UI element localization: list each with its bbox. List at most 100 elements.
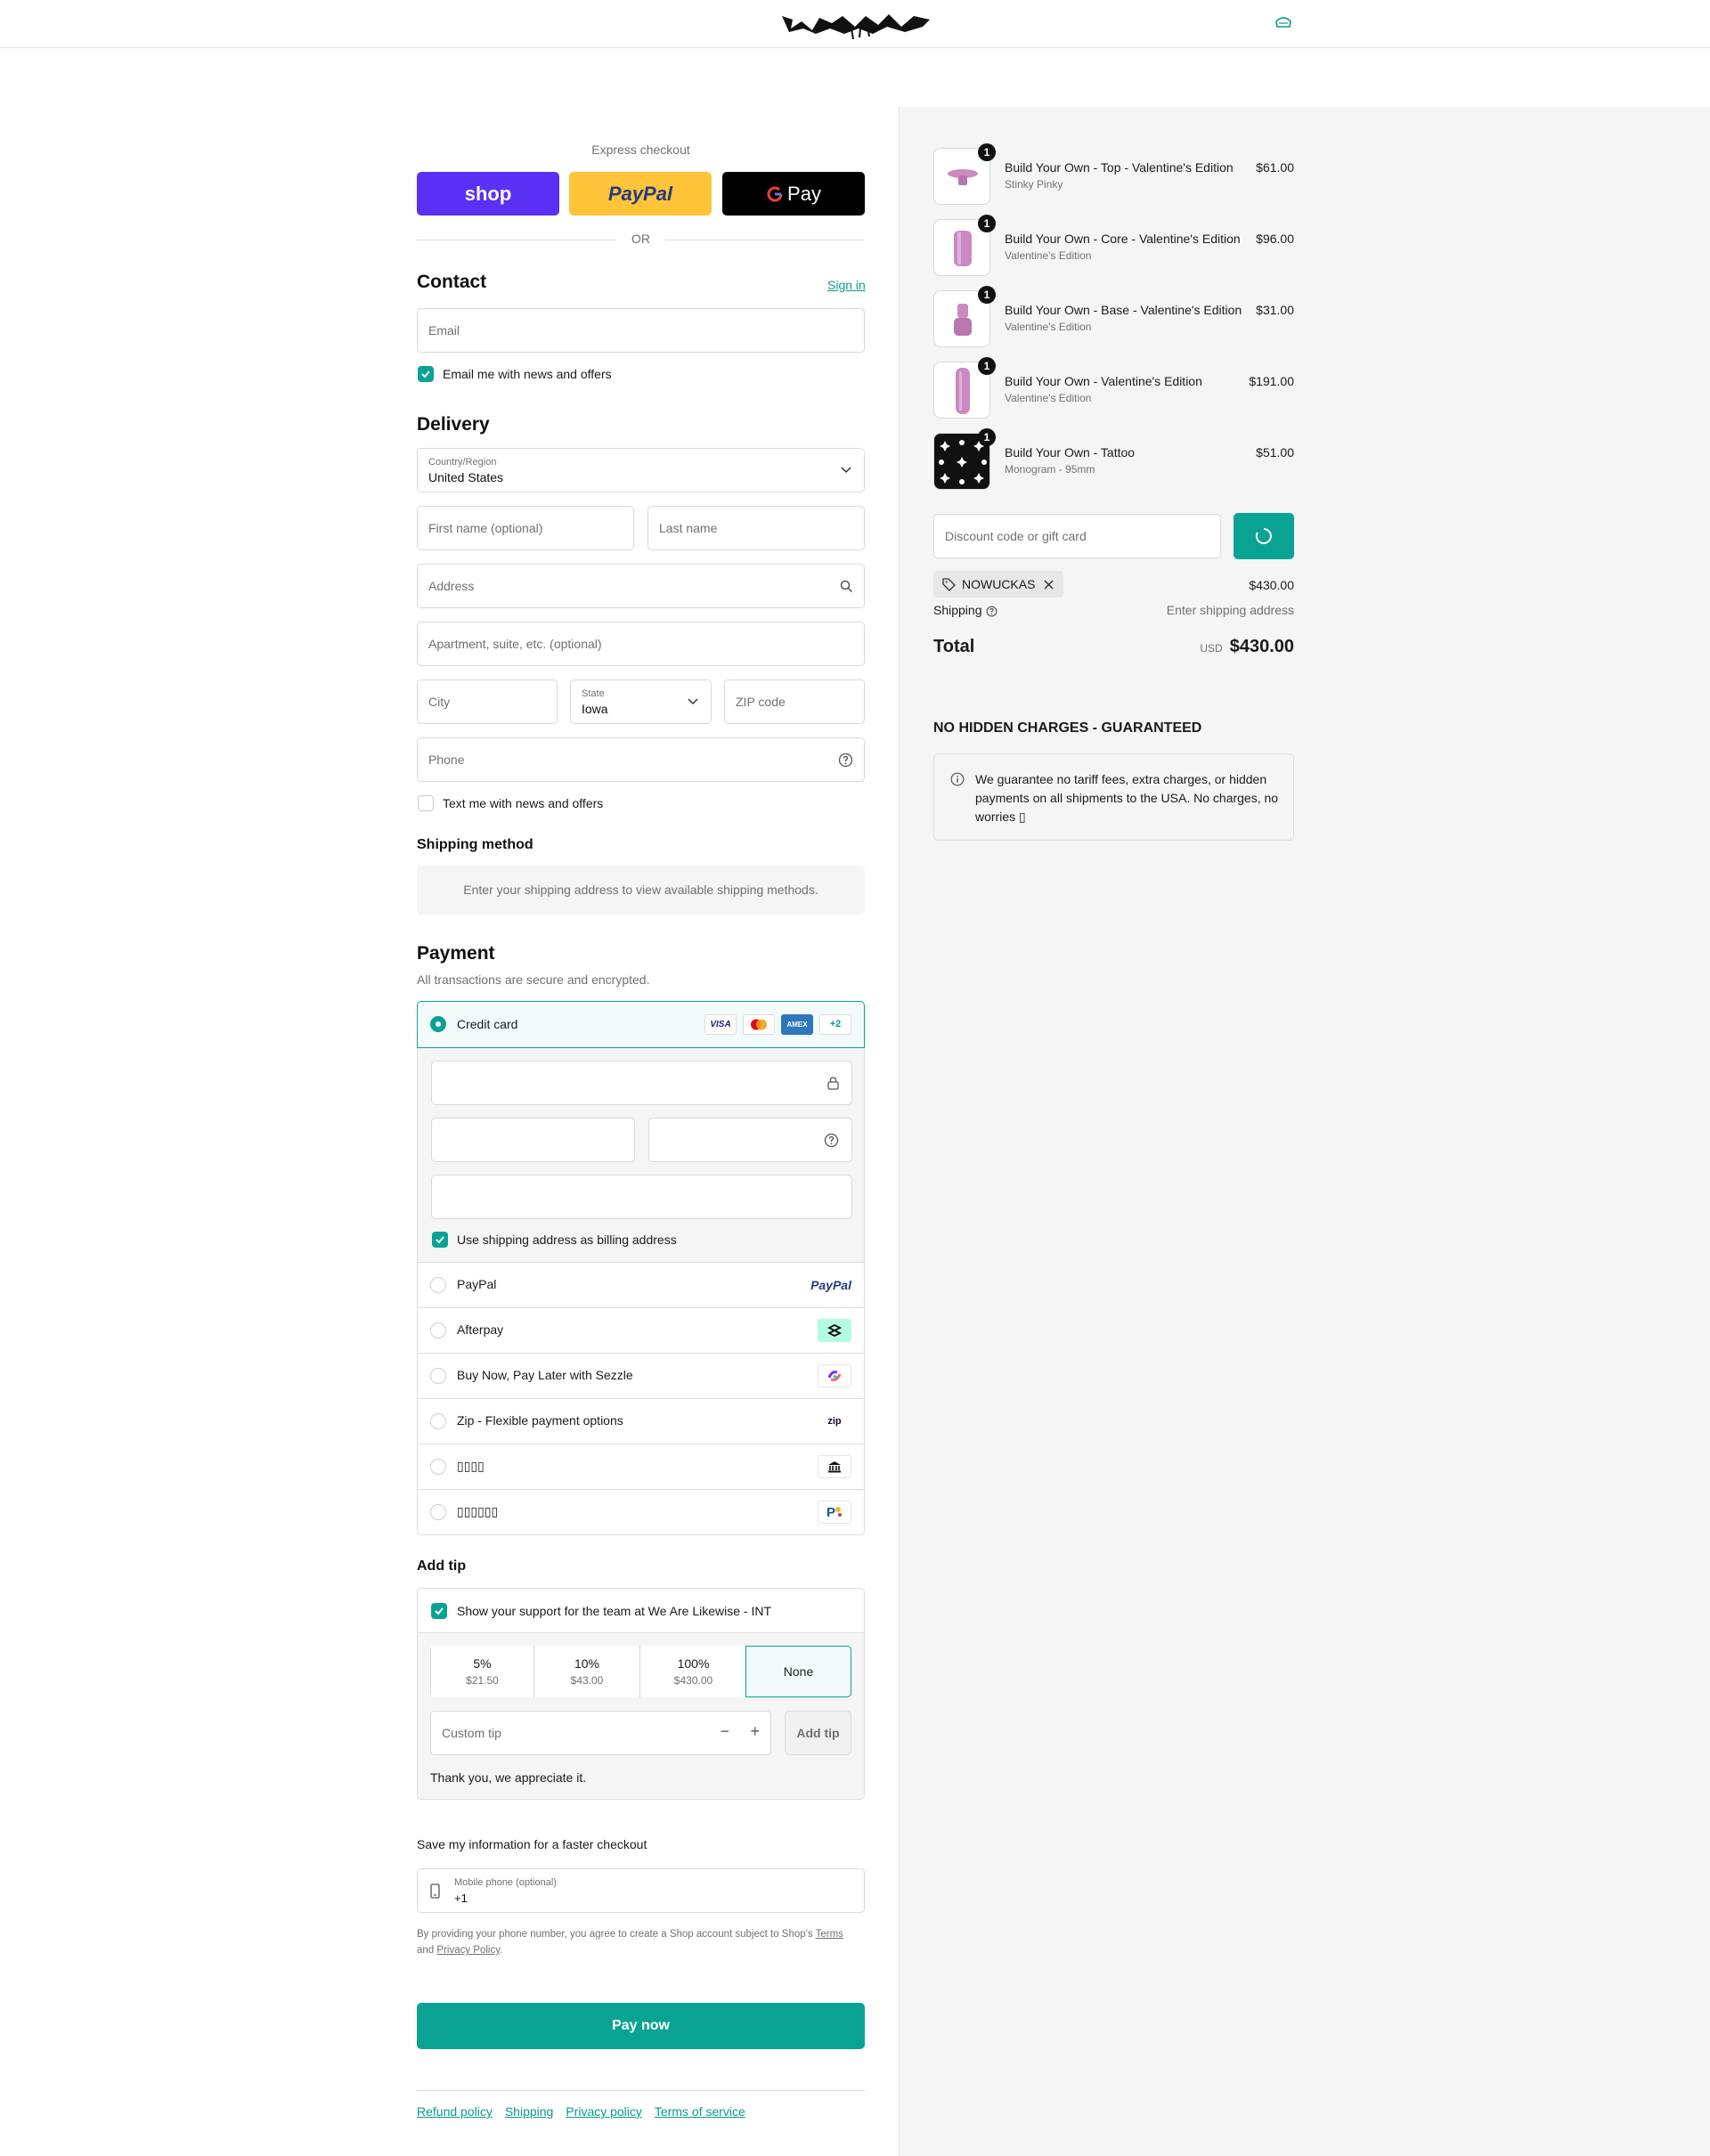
svg-text:P: P: [826, 1505, 835, 1520]
item-qty-badge: 1: [978, 286, 996, 304]
tip-amount: $21.50: [466, 1674, 499, 1687]
card-number-field[interactable]: [431, 1061, 852, 1105]
footer-divider: [417, 2090, 865, 2091]
google-pay-button[interactable]: Pay: [722, 172, 865, 216]
apartment-field[interactable]: Apartment, suite, etc. (optional): [417, 622, 865, 666]
security-code-field[interactable]: [648, 1118, 852, 1162]
credit-card-radio[interactable]: [430, 1016, 446, 1032]
paypal-button[interactable]: PayPal: [569, 172, 712, 216]
paypal-radio[interactable]: [430, 1277, 446, 1293]
apply-discount-button[interactable]: [1234, 513, 1294, 559]
privacy-policy-link[interactable]: Privacy Policy: [436, 1945, 500, 1956]
total-value: $430.00: [1229, 637, 1294, 656]
discount-code-field[interactable]: Discount code or gift card: [933, 514, 1221, 558]
item-price: $96.00: [1256, 232, 1294, 246]
help-circle-icon[interactable]: [824, 1133, 839, 1148]
payment-option-bank[interactable]: ▯▯▯▯: [417, 1444, 865, 1490]
phone-placeholder: Phone: [428, 753, 465, 767]
tip-amount: $430.00: [673, 1674, 713, 1687]
tip-option-none[interactable]: None: [745, 1646, 851, 1697]
payeasy-radio[interactable]: [430, 1504, 446, 1520]
add-tip-button[interactable]: Add tip: [785, 1711, 851, 1755]
mobile-phone-field[interactable]: Mobile phone (optional) +1: [417, 1868, 865, 1913]
custom-tip-field[interactable]: Custom tip − +: [430, 1711, 771, 1755]
paypal-logo: PayPal: [810, 1278, 851, 1292]
refund-policy-link[interactable]: Refund policy: [417, 2104, 493, 2119]
zip-radio[interactable]: [430, 1413, 446, 1429]
help-circle-icon[interactable]: [986, 606, 998, 617]
address-field[interactable]: Address: [417, 564, 865, 608]
shipping-value: Enter shipping address: [1166, 603, 1294, 617]
privacy-policy-footer-link[interactable]: Privacy policy: [566, 2104, 642, 2119]
item-variant: Valentine's Edition: [1005, 249, 1092, 262]
delivery-heading: Delivery: [417, 414, 490, 435]
billing-same-checkbox[interactable]: [432, 1232, 448, 1248]
zip-option-label: Zip - Flexible payment options: [457, 1413, 623, 1428]
chevron-down-icon: [688, 698, 698, 705]
item-variant: Monogram - 95mm: [1005, 463, 1095, 476]
tip-option-5[interactable]: 5% $21.50: [431, 1646, 534, 1697]
afterpay-radio[interactable]: [430, 1322, 446, 1338]
item-qty-badge: 1: [978, 428, 996, 446]
terms-of-service-link[interactable]: Terms of service: [655, 2104, 745, 2119]
guarantee-heading: NO HIDDEN CHARGES - GUARANTEED: [933, 720, 1202, 736]
payment-option-zip[interactable]: Zip - Flexible payment options zip: [417, 1399, 865, 1444]
item-qty-badge: 1: [978, 357, 996, 375]
currency-code: USD: [1200, 642, 1223, 655]
first-name-field[interactable]: First name (optional): [417, 506, 634, 550]
close-icon[interactable]: [1044, 580, 1054, 590]
afterpay-option-label: Afterpay: [457, 1322, 504, 1337]
payment-option-payeasy[interactable]: ▯▯▯▯▯▯ P: [417, 1490, 865, 1535]
discount-code: NOWUCKAS: [962, 577, 1036, 591]
payment-option-sezzle[interactable]: Buy Now, Pay Later with Sezzle: [417, 1354, 865, 1399]
zip-field[interactable]: ZIP code: [724, 679, 865, 724]
item-price: $31.00: [1256, 303, 1294, 317]
name-on-card-field[interactable]: [431, 1175, 852, 1219]
bank-option-label: ▯▯▯▯: [457, 1459, 484, 1473]
cart-icon[interactable]: [1274, 14, 1293, 30]
tip-option-100[interactable]: 100% $430.00: [640, 1646, 746, 1697]
sezzle-option-label: Buy Now, Pay Later with Sezzle: [457, 1368, 633, 1382]
terms-link[interactable]: Terms: [816, 1929, 843, 1940]
item-price: $51.00: [1256, 445, 1294, 460]
shipping-policy-link[interactable]: Shipping: [505, 2104, 554, 2119]
google-g-icon: [767, 186, 783, 201]
phone-field[interactable]: Phone: [417, 737, 865, 782]
legal-text-3: .: [500, 1945, 503, 1956]
tip-option-10[interactable]: 10% $43.00: [534, 1646, 640, 1697]
bank-radio[interactable]: [430, 1459, 446, 1475]
credit-card-option[interactable]: Credit card VISA AMEX +2: [417, 1001, 865, 1048]
tip-decrement-button[interactable]: −: [720, 1722, 729, 1741]
shipping-method-heading: Shipping method: [417, 837, 533, 852]
pay-now-button[interactable]: Pay now: [417, 2003, 865, 2049]
text-news-checkbox[interactable]: [418, 795, 434, 811]
state-select[interactable]: State Iowa: [570, 679, 712, 724]
tip-increment-button[interactable]: +: [750, 1722, 760, 1741]
country-select[interactable]: Country/Region United States: [417, 448, 865, 492]
city-field[interactable]: City: [417, 679, 558, 724]
legal-text-2: and: [417, 1945, 437, 1956]
pay-easy-logo: P: [818, 1501, 851, 1524]
custom-tip-placeholder: Custom tip: [442, 1726, 501, 1740]
paypal-option-label: PayPal: [457, 1277, 497, 1291]
sezzle-radio[interactable]: [430, 1368, 446, 1384]
shop-pay-button[interactable]: shop: [417, 172, 559, 216]
subtotal-value: $430.00: [1249, 578, 1294, 592]
sign-in-link[interactable]: Sign in: [827, 278, 866, 292]
payment-option-paypal[interactable]: PayPal PayPal: [417, 1263, 865, 1308]
payment-option-afterpay[interactable]: Afterpay: [417, 1308, 865, 1354]
email-field[interactable]: Email: [417, 308, 865, 353]
express-checkout-title: Express checkout: [591, 142, 690, 157]
footer-links: Refund policy Shipping Privacy policy Te…: [417, 2104, 745, 2119]
zip-logo: zip: [827, 1416, 842, 1427]
tip-support-checkbox[interactable]: [431, 1603, 447, 1619]
email-placeholder: Email: [428, 323, 460, 338]
paypal-logo: PayPal: [607, 182, 673, 205]
help-circle-icon[interactable]: [838, 753, 853, 768]
email-news-checkbox[interactable]: [418, 366, 434, 382]
item-qty-badge: 1: [978, 215, 996, 232]
expiry-field[interactable]: [431, 1118, 635, 1162]
payeasy-option-label: ▯▯▯▯▯▯: [457, 1504, 499, 1518]
last-name-field[interactable]: Last name: [647, 506, 865, 550]
likewise-logo[interactable]: [780, 7, 933, 40]
